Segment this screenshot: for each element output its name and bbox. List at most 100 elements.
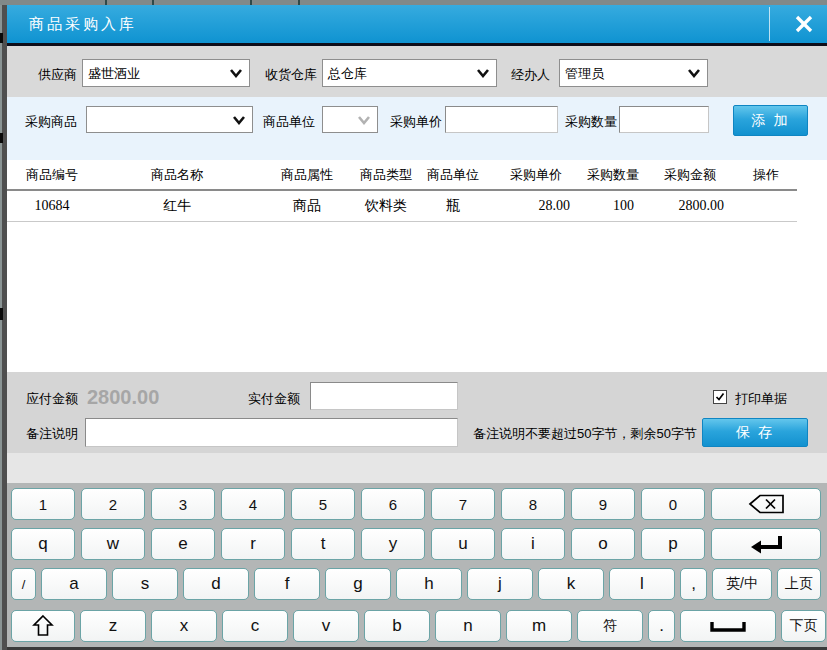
- spacer-strip: [7, 453, 827, 483]
- key-4[interactable]: 4: [221, 488, 285, 520]
- table-cell: 红牛: [97, 191, 257, 221]
- qty-input[interactable]: [619, 106, 709, 133]
- key-b[interactable]: b: [364, 610, 430, 642]
- key-u[interactable]: u: [431, 528, 495, 560]
- key-1[interactable]: 1: [11, 488, 75, 520]
- remark-input[interactable]: [85, 418, 458, 447]
- key-v[interactable]: v: [293, 610, 359, 642]
- handler-value: 管理员: [565, 65, 604, 83]
- handler-dropdown[interactable]: 管理员: [559, 59, 708, 87]
- key-d[interactable]: d: [183, 568, 249, 600]
- key-l[interactable]: l: [609, 568, 675, 600]
- supplier-dropdown[interactable]: 盛世酒业: [82, 59, 250, 87]
- column-header: 商品编号: [7, 160, 97, 189]
- key-2[interactable]: 2: [81, 488, 145, 520]
- page-up-key[interactable]: 上页: [777, 568, 821, 600]
- symbol-key[interactable]: 符: [577, 610, 643, 642]
- warehouse-label: 收货仓库: [265, 66, 317, 84]
- key-i[interactable]: i: [501, 528, 565, 560]
- supplier-value: 盛世酒业: [88, 65, 140, 83]
- key-5[interactable]: 5: [291, 488, 355, 520]
- key-z[interactable]: z: [80, 610, 146, 642]
- save-button[interactable]: 保 存: [702, 418, 808, 447]
- close-button[interactable]: [787, 11, 821, 37]
- shift-icon: [32, 614, 54, 638]
- space-icon: [708, 618, 748, 634]
- key-h[interactable]: h: [396, 568, 462, 600]
- key-a[interactable]: a: [41, 568, 107, 600]
- key-0[interactable]: 0: [641, 488, 705, 520]
- warehouse-dropdown[interactable]: 总仓库: [322, 59, 497, 87]
- key-6[interactable]: 6: [361, 488, 425, 520]
- key-8[interactable]: 8: [501, 488, 565, 520]
- period-key[interactable]: .: [648, 610, 675, 642]
- language-toggle-key[interactable]: 英/中: [712, 568, 772, 600]
- product-dropdown[interactable]: [86, 106, 253, 133]
- keyboard-row-2: qwertyuiop: [11, 528, 821, 560]
- chevron-down-icon: [687, 68, 701, 78]
- key-f[interactable]: f: [254, 568, 320, 600]
- key-q[interactable]: q: [11, 528, 75, 560]
- backspace-key[interactable]: [711, 488, 821, 520]
- shift-key[interactable]: [11, 610, 75, 642]
- key-s[interactable]: s: [112, 568, 178, 600]
- column-header: 采购金额: [645, 160, 735, 189]
- key-o[interactable]: o: [571, 528, 635, 560]
- paid-input[interactable]: [310, 382, 458, 410]
- header-form-row: 供应商 盛世酒业 收货仓库 总仓库 经办人 管理员: [7, 46, 827, 98]
- key-7[interactable]: 7: [431, 488, 495, 520]
- chevron-down-icon: [476, 68, 490, 78]
- unit-label: 商品单位: [263, 113, 315, 131]
- payment-section: 应付金额 2800.00 实付金额 打印单据 备注说明 备注说明不要超过50字节…: [7, 372, 827, 453]
- add-button[interactable]: 添 加: [733, 105, 808, 136]
- payable-label: 应付金额: [26, 390, 78, 408]
- key-w[interactable]: w: [81, 528, 145, 560]
- enter-icon: [747, 532, 785, 556]
- key-n[interactable]: n: [435, 610, 501, 642]
- background-left-strip: [0, 5, 7, 650]
- backspace-icon: [743, 491, 789, 517]
- enter-key[interactable]: [711, 528, 821, 560]
- unit-dropdown[interactable]: [322, 106, 378, 133]
- table-cell: 28.00: [491, 191, 581, 221]
- print-label: 打印单据: [735, 390, 787, 408]
- table-cell: 饮料类: [357, 191, 415, 221]
- column-header: 商品属性: [257, 160, 357, 189]
- key-t[interactable]: t: [291, 528, 355, 560]
- page-down-key[interactable]: 下页: [781, 610, 826, 642]
- key-x[interactable]: x: [151, 610, 217, 642]
- chevron-down-icon: [357, 115, 371, 125]
- price-input[interactable]: [445, 106, 558, 133]
- onscreen-keyboard: 1234567890 qwertyuiop /asdfghjkl,英/中上页 z…: [7, 483, 827, 647]
- supplier-label: 供应商: [38, 66, 77, 84]
- check-icon: [715, 392, 725, 402]
- remark-hint: 备注说明不要超过50字节，剩余50字节: [473, 425, 697, 443]
- print-checkbox[interactable]: [713, 390, 727, 404]
- dialog-titlebar: 商品采购入库: [7, 5, 827, 43]
- table-cell: [735, 191, 797, 221]
- key-3[interactable]: 3: [151, 488, 215, 520]
- comma-key[interactable]: ,: [680, 568, 707, 600]
- space-key[interactable]: [680, 610, 776, 642]
- payable-value: 2800.00: [87, 386, 159, 409]
- key-j[interactable]: j: [467, 568, 533, 600]
- titlebar-separator: [769, 7, 770, 41]
- product-label: 采购商品: [25, 113, 77, 131]
- table-cell: 2800.00: [645, 191, 735, 221]
- key-g[interactable]: g: [325, 568, 391, 600]
- column-header: 操作: [735, 160, 797, 189]
- key-e[interactable]: e: [151, 528, 215, 560]
- column-header: 采购数量: [581, 160, 645, 189]
- key-m[interactable]: m: [506, 610, 572, 642]
- table-header-row: 商品编号商品名称商品属性商品类型商品单位采购单价采购数量采购金额操作: [7, 160, 797, 189]
- key-y[interactable]: y: [361, 528, 425, 560]
- dialog-title: 商品采购入库: [29, 15, 137, 34]
- key-c[interactable]: c: [222, 610, 288, 642]
- key-k[interactable]: k: [538, 568, 604, 600]
- table-row[interactable]: 10684红牛商品饮料类瓶28.001002800.00: [7, 191, 797, 221]
- slash-key[interactable]: /: [11, 568, 36, 600]
- key-r[interactable]: r: [221, 528, 285, 560]
- paid-label: 实付金额: [248, 390, 300, 408]
- key-9[interactable]: 9: [571, 488, 635, 520]
- key-p[interactable]: p: [641, 528, 705, 560]
